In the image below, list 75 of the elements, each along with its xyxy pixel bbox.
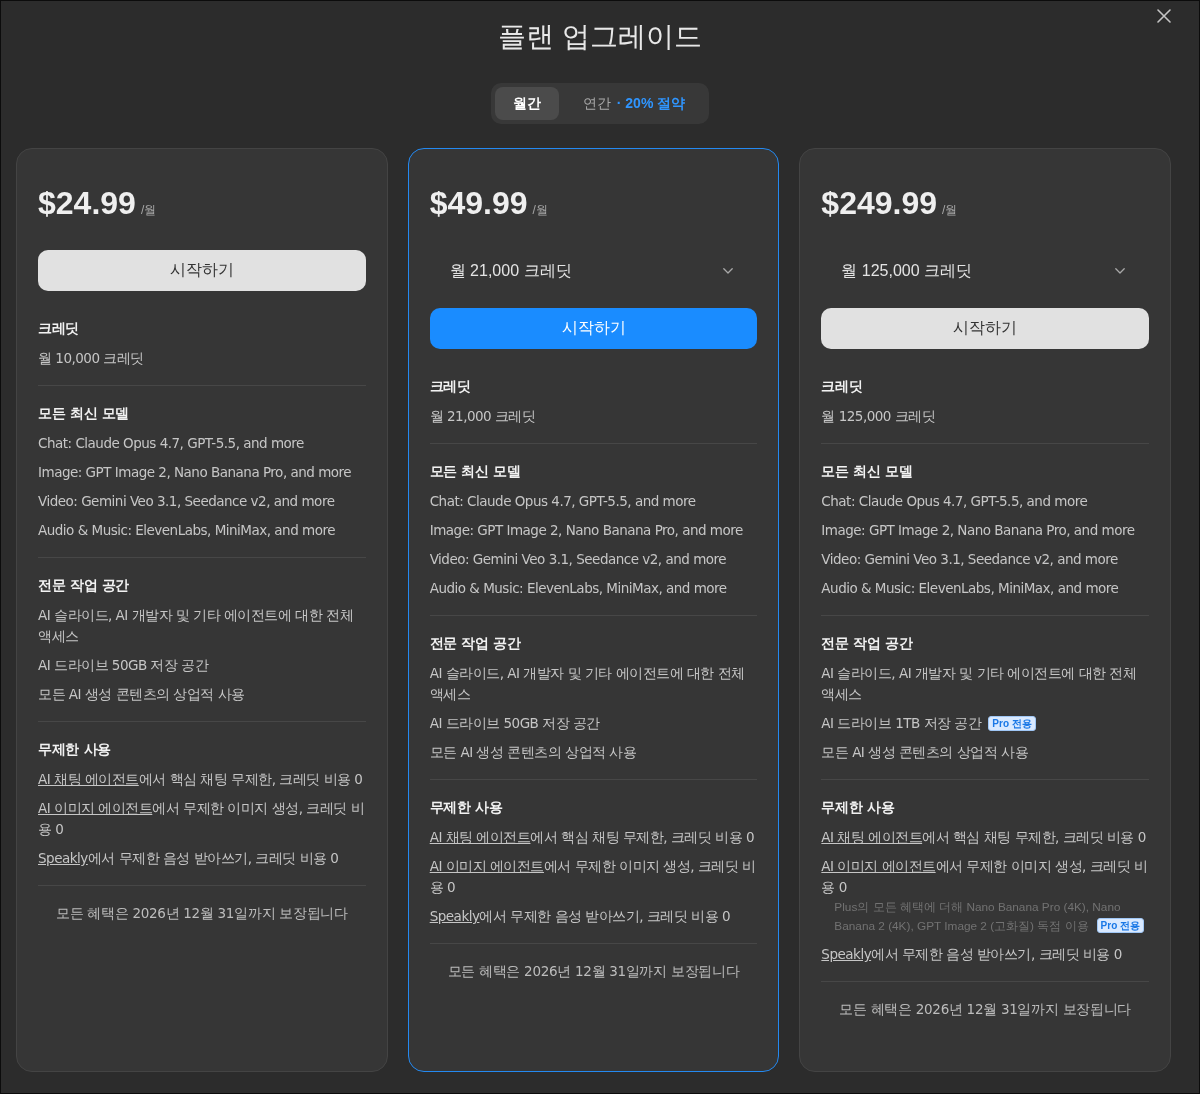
section-heading: 무제한 사용	[429, 798, 504, 817]
section-heading: 모든 최신 모델	[821, 462, 914, 481]
feature-text: AI 슬라이드, AI 개발자 및 기타 에이전트에 대한 전체 액세스	[429, 665, 745, 702]
section-heading: 모든 최신 모델	[429, 462, 522, 481]
feature-link[interactable]: AI 채팅 에이전트	[429, 829, 531, 845]
feature-text: Chat: Claude Opus 4.7, GPT-5.5, and more	[38, 435, 304, 451]
billing-tab[interactable]: 월간	[494, 87, 559, 120]
price-period: /월	[942, 202, 958, 219]
guarantee-note: 모든 혜택은 2026년 12월 31일까지 보장됩니다	[55, 905, 348, 921]
start-button[interactable]: 시작하기	[821, 308, 1149, 349]
feature-text: Audio & Music: ElevenLabs, MiniMax, and more	[38, 522, 335, 538]
feature-text: Audio & Music: ElevenLabs, MiniMax, and more	[821, 580, 1119, 596]
pro-badge: Pro 전용	[1096, 918, 1145, 933]
feature-text: Video: Gemini Veo 3.1, Seedance v2, and more	[821, 551, 1118, 567]
feature-link[interactable]: Speakly	[429, 908, 480, 924]
feature-text: AI 이미지 에이전트에서 무제한 이미지 생성, 크레딧 비용 0	[821, 858, 1148, 895]
credit-dropdown[interactable]: 월 125,000 크레딧	[821, 250, 1149, 292]
section-heading: 크레딧	[429, 377, 472, 396]
feature-text: Image: GPT Image 2, Nano Banana Pro, and more	[38, 464, 352, 480]
feature-link[interactable]: Speakly	[38, 850, 88, 866]
plan-price: $49.99	[429, 184, 528, 223]
section-heading: 전문 작업 공간	[821, 634, 914, 653]
section-heading: 전문 작업 공간	[429, 634, 522, 653]
feature-link[interactable]: AI 이미지 에이전트	[38, 800, 153, 816]
feature-text: AI 드라이브 50GB 저장 공간	[429, 715, 600, 731]
feature-text: Image: GPT Image 2, Nano Banana Pro, and more	[821, 522, 1135, 538]
feature-text: AI 이미지 에이전트에서 무제한 이미지 생성, 크레딧 비용 0	[429, 858, 756, 895]
credit-dropdown[interactable]: 월 21,000 크레딧	[429, 250, 758, 292]
feature-text: AI 채팅 에이전트에서 핵심 채팅 무제한, 크레딧 비용 0	[821, 829, 1146, 845]
feature-text: AI 슬라이드, AI 개발자 및 기타 에이전트에 대한 전체 액세스	[38, 607, 354, 644]
feature-text: 월 21,000 크레딧	[429, 408, 536, 424]
feature-text: AI 이미지 에이전트에서 무제한 이미지 생성, 크레딧 비용 0	[38, 800, 365, 837]
close-icon	[1157, 9, 1171, 23]
feature-text: AI 슬라이드, AI 개발자 및 기타 에이전트에 대한 전체 액세스	[821, 665, 1137, 702]
feature-text: AI 채팅 에이전트에서 핵심 채팅 무제한, 크레딧 비용 0	[38, 771, 363, 787]
feature-text: Speakly에서 무제한 음성 받아쓰기, 크레딧 비용 0	[821, 946, 1122, 962]
feature-text: Video: Gemini Veo 3.1, Seedance v2, and more	[38, 493, 335, 509]
feature-text: Chat: Claude Opus 4.7, GPT-5.5, and more	[821, 493, 1088, 509]
feature-link[interactable]: AI 채팅 에이전트	[821, 829, 923, 845]
dialog-title: 플랜 업그레이드	[498, 20, 702, 54]
guarantee-note: 모든 혜택은 2026년 12월 31일까지 보장됩니다	[839, 1001, 1132, 1017]
plan-price: $249.99	[821, 184, 937, 223]
feature-text: 모든 AI 생성 콘텐츠의 상업적 사용	[38, 686, 245, 702]
section-heading: 전문 작업 공간	[38, 576, 130, 595]
feature-text: Chat: Claude Opus 4.7, GPT-5.5, and more	[429, 493, 696, 509]
feature-text: AI 드라이브 1TB 저장 공간	[821, 715, 982, 731]
guarantee-note: 모든 혜택은 2026년 12월 31일까지 보장됩니다	[447, 963, 740, 979]
feature-text: Speakly에서 무제한 음성 받아쓰기, 크레딧 비용 0	[429, 908, 731, 924]
section-heading: 무제한 사용	[38, 740, 112, 759]
feature-text: Audio & Music: ElevenLabs, MiniMax, and more	[429, 580, 727, 596]
chevron-icon	[1115, 268, 1125, 274]
plan-price: $24.99	[38, 184, 136, 223]
feature-link[interactable]: AI 채팅 에이전트	[38, 771, 139, 787]
section-heading: 크레딧	[821, 377, 864, 396]
feature-text: 모든 AI 생성 콘텐츠의 상업적 사용	[429, 744, 637, 760]
feature-text: Speakly에서 무제한 음성 받아쓰기, 크레딧 비용 0	[38, 850, 339, 866]
pro-badge: Pro 전용	[988, 716, 1036, 731]
feature-text: Video: Gemini Veo 3.1, Seedance v2, and more	[429, 551, 727, 567]
section-heading: 무제한 사용	[821, 798, 896, 817]
feature-text: 월 125,000 크레딧	[821, 408, 936, 424]
start-button[interactable]: 시작하기	[38, 250, 366, 291]
price-period: /월	[532, 202, 548, 219]
feature-link[interactable]: AI 이미지 에이전트	[429, 858, 544, 874]
feature-text: 모든 AI 생성 콘텐츠의 상업적 사용	[821, 744, 1029, 760]
feature-text: 월 10,000 크레딧	[38, 350, 144, 366]
feature-link[interactable]: AI 이미지 에이전트	[821, 858, 936, 874]
feature-text: Image: GPT Image 2, Nano Banana Pro, and more	[429, 522, 743, 538]
feature-text: AI 드라이브 50GB 저장 공간	[38, 657, 209, 673]
feature-link[interactable]: Speakly	[821, 946, 872, 962]
section-heading: 크레딧	[38, 319, 81, 338]
chevron-icon	[723, 268, 734, 274]
billing-tab[interactable]: 연간 · 20% 절약	[562, 87, 706, 120]
section-heading: 모든 최신 모델	[38, 404, 130, 423]
price-period: /월	[140, 202, 157, 219]
feature-text: AI 채팅 에이전트에서 핵심 채팅 무제한, 크레딧 비용 0	[429, 829, 755, 845]
